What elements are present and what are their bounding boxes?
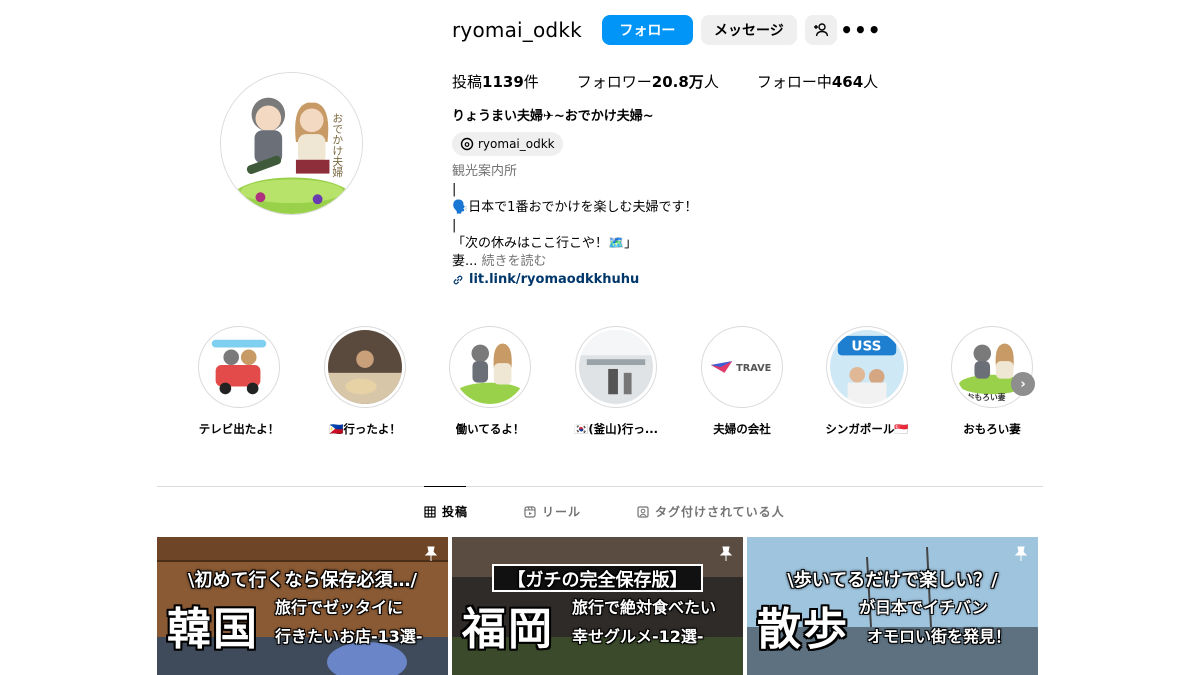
tabs-divider — [157, 486, 1043, 487]
tab-label: タグ付けされている人 — [655, 505, 785, 519]
followers-count: 20.8万 — [651, 72, 704, 91]
post-subtitle: が日本でイチバン — [859, 598, 988, 617]
posts-count: 1139 — [482, 72, 524, 91]
tab-label: 投稿 — [442, 505, 469, 519]
highlight-cover — [453, 330, 527, 404]
highlight-cover — [202, 330, 276, 404]
pinned-icon — [1014, 546, 1028, 561]
link-icon — [453, 275, 463, 285]
post-big-title: 韓国 — [167, 604, 259, 655]
highlight-label: シンガポール🇸🇬 — [825, 422, 909, 436]
following-label: フォロー中 — [756, 72, 832, 91]
following-count: 464 — [831, 72, 864, 91]
profile-avatar[interactable]: おでかけ夫婦 — [220, 72, 363, 215]
threads-icon — [460, 137, 474, 151]
posts-count-stat: 投稿 1139 件 — [452, 71, 539, 92]
highlight-inner-text: おもろい妻 — [967, 392, 1006, 402]
username: ryomai_odkk — [452, 18, 582, 42]
post-tile[interactable]: 【ガチの完全保存版】 福岡 旅行で絶対食べたい 幸せグルメ-12選- — [452, 537, 743, 675]
post-top-caption: \歩いてるだけで楽しい？/ — [787, 570, 998, 591]
bio-separator: | — [452, 182, 457, 197]
more-options-button[interactable]: ••• — [840, 15, 880, 45]
reels-icon — [524, 505, 536, 518]
highlight-item[interactable]: 🇰🇷(釜山)行っ... — [573, 326, 659, 437]
story-highlights: テレビ出たよ！ 🇵🇭行ったよ！ 働いてるよ！ 🇰🇷(釜山)行っ... TRAVE… — [196, 326, 1056, 446]
highlight-label: 🇰🇷(釜山)行っ... — [574, 422, 658, 436]
highlight-item[interactable]: テレビ出たよ！ — [196, 326, 282, 437]
post-top-caption: \初めて行くなら保存必須…/ — [187, 570, 418, 591]
highlight-inner-text: TRAVE — [736, 363, 771, 374]
bio-link[interactable]: lit.link/ryomaodkkhuhu — [452, 271, 852, 289]
followers-label: フォロワー — [576, 72, 652, 91]
post-subtitle: 旅行でゼッタイに — [275, 598, 404, 617]
followers-stat[interactable]: フォロワー 20.8万人 — [577, 71, 719, 92]
post-tile[interactable]: \初めて行くなら保存必須…/ 韓国 旅行でゼッタイに 行きたいお店-13選- — [157, 537, 448, 675]
post-subtitle: 旅行で絶対食べたい — [572, 598, 717, 617]
display-name: りょうまい夫婦✈︎~おでかけ夫婦~ — [452, 109, 654, 124]
highlight-item[interactable]: 🇵🇭行ったよ！ — [322, 326, 408, 437]
following-stat[interactable]: フォロー中 464 人 — [757, 71, 878, 92]
highlight-cover: USS — [830, 330, 904, 404]
highlight-item[interactable]: USS シンガポール🇸🇬 — [824, 326, 910, 437]
profile-tabs: 投稿 リール タグ付けされている人 — [424, 503, 785, 520]
highlight-cover: TRAVE — [705, 330, 779, 404]
highlight-label: テレビ出たよ！ — [198, 422, 280, 436]
tab-tagged[interactable]: タグ付けされている人 — [637, 503, 785, 520]
post-subtitle: 幸せグルメ-12選- — [572, 627, 704, 646]
posts-unit: 件 — [523, 72, 539, 91]
profile-bio: りょうまい夫婦✈︎~おでかけ夫婦~ ryomai_odkk 観光案内所 | 🗣️… — [452, 108, 852, 289]
profile-header: ryomai_odkk フォロー メッセージ ••• — [452, 15, 881, 45]
grid-icon — [424, 505, 436, 518]
active-tab-indicator — [424, 486, 466, 487]
highlight-inner-text: USS — [851, 338, 881, 354]
post-subtitle: オモロい街を発見！ — [867, 627, 1012, 646]
threads-handle: ryomai_odkk — [478, 137, 555, 151]
post-tile[interactable]: \歩いてるだけで楽しい？/ 散歩 が日本でイチバン オモロい街を発見！ — [747, 537, 1038, 675]
highlight-label: 働いてるよ！ — [455, 422, 525, 436]
profile-stats: 投稿 1139 件 フォロワー 20.8万人 フォロー中 464 人 — [452, 70, 916, 92]
tab-label: リール — [542, 505, 582, 519]
highlight-label: 夫婦の会社 — [713, 422, 771, 436]
avatar-illustration: おでかけ夫婦 — [221, 73, 362, 214]
threads-badge[interactable]: ryomai_odkk — [452, 132, 563, 156]
more-options-icon: ••• — [840, 18, 882, 42]
highlight-cover — [579, 330, 653, 404]
bio-separator: | — [452, 218, 457, 233]
follow-button[interactable]: フォロー — [601, 15, 693, 45]
posts-label: 投稿 — [452, 72, 483, 91]
bio-line: 🗣️日本で1番おでかけを楽しむ夫婦です！ — [452, 200, 698, 215]
post-subtitle: 行きたいお店-13選- — [275, 627, 423, 646]
person-add-icon — [813, 23, 829, 37]
bio-line-text: 妻... — [452, 254, 478, 269]
highlight-label: 🇵🇭行ったよ！ — [329, 422, 401, 436]
followers-unit: 人 — [703, 72, 719, 91]
highlight-item[interactable]: 働いてるよ！ — [447, 326, 533, 437]
message-button[interactable]: メッセージ — [700, 15, 797, 45]
bio-line: 「次の休みはここ行こや！🗺️」 — [452, 236, 638, 251]
pinned-icon — [719, 546, 733, 561]
pinned-icon — [424, 546, 438, 561]
posts-grid: \初めて行くなら保存必須…/ 韓国 旅行でゼッタイに 行きたいお店-13選- 【… — [157, 537, 1039, 675]
post-big-title: 福岡 — [462, 604, 554, 655]
highlight-label: おもろい妻 — [963, 422, 1021, 436]
svg-text:おでかけ夫婦: おでかけ夫婦 — [331, 112, 344, 178]
bio-category: 観光案内所 — [452, 164, 518, 179]
highlight-cover — [328, 330, 402, 404]
following-unit: 人 — [863, 72, 879, 91]
bio-link-text: lit.link/ryomaodkkhuhu — [469, 272, 640, 287]
bio-line-truncated: 妻... 続きを読む — [452, 253, 852, 271]
post-top-caption: 【ガチの完全保存版】 — [507, 570, 688, 591]
highlight-item[interactable]: TRAVE 夫婦の会社 — [699, 326, 785, 437]
tab-reels[interactable]: リール — [524, 503, 581, 520]
tagged-icon — [637, 505, 649, 518]
post-big-title: 散歩 — [757, 604, 849, 655]
tab-posts[interactable]: 投稿 — [424, 503, 468, 520]
highlights-next-button[interactable]: › — [1011, 372, 1035, 396]
read-more-link[interactable]: 続きを読む — [482, 254, 547, 269]
chevron-right-icon: › — [1020, 376, 1026, 392]
add-user-button[interactable] — [804, 15, 837, 45]
